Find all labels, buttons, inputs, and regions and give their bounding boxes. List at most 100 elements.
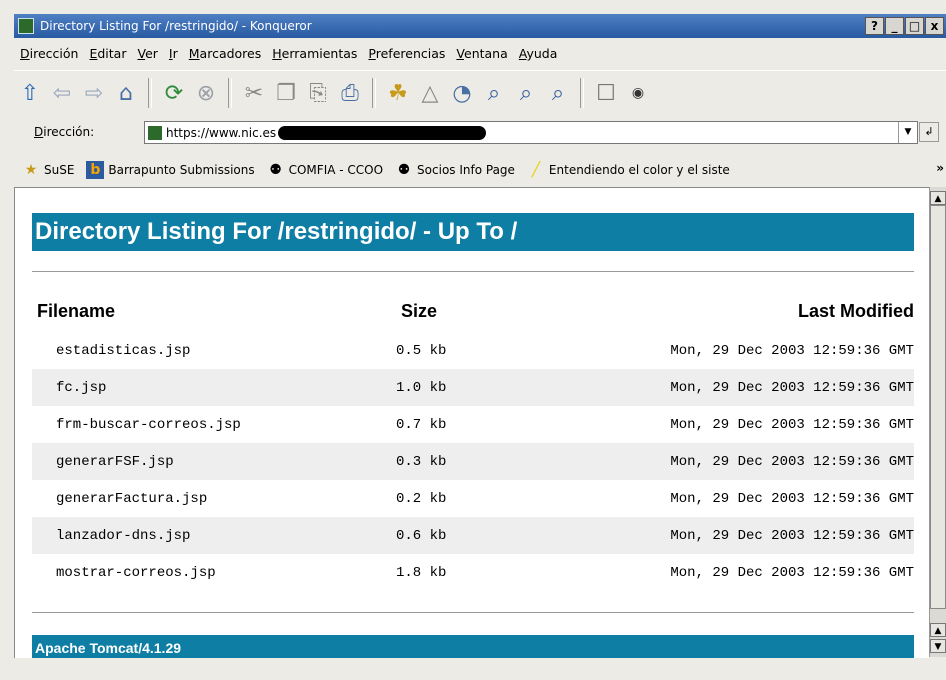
zoom-out-icon[interactable]: ⌕ (544, 79, 572, 107)
reload-icon[interactable]: ⟳ (160, 79, 188, 107)
bookmark-socios[interactable]: ⚉ Socios Info Page (395, 161, 515, 179)
page-content: Directory Listing For /restringido/ - Up… (14, 187, 929, 658)
bookmark-label: Entendiendo el color y el siste (548, 163, 730, 177)
column-last-modified: Last Modified (798, 300, 914, 321)
file-modified: Mon, 29 Dec 2003 12:59:36 GMT (670, 490, 914, 507)
menu-direccion[interactable]: Dirección (20, 46, 78, 61)
up-arrow-icon[interactable]: ⇧ (16, 79, 44, 107)
minimize-button[interactable]: _ (885, 17, 904, 35)
address-url: https://www.nic.es (166, 125, 277, 140)
scroll-up-button-lower[interactable]: ▲ (930, 623, 946, 637)
window-titlebar[interactable]: Directory Listing For /restringido/ - Ko… (14, 14, 946, 38)
file-link[interactable]: mostrar-correos.jsp (32, 554, 396, 591)
file-modified: Mon, 29 Dec 2003 12:59:36 GMT (556, 517, 914, 554)
menu-ver[interactable]: Ver (137, 46, 157, 61)
menu-preferencias[interactable]: Preferencias (368, 46, 445, 61)
bookmark-entendiendo[interactable]: ╱ Entendiendo el color y el siste (527, 161, 730, 179)
toolbar-separator (148, 78, 152, 108)
menu-herramientas[interactable]: Herramientas (272, 46, 357, 61)
menu-marcadores[interactable]: Marcadores (189, 46, 262, 61)
file-link[interactable]: generarFactura.jsp (32, 480, 396, 517)
file-size: 0.3 kb (396, 443, 556, 480)
file-size: 0.5 kb (396, 342, 447, 359)
cut-icon[interactable]: ✂ (240, 79, 268, 107)
file-modified: Mon, 29 Dec 2003 12:59:36 GMT (556, 369, 914, 406)
scroll-down-button[interactable]: ▼ (930, 639, 946, 653)
site-favicon (148, 125, 162, 140)
zoom-icon[interactable]: ⌕ (480, 79, 508, 107)
bookmark-suse[interactable]: ★ SuSE (22, 161, 75, 179)
toolbar-separator (372, 78, 376, 108)
bookmark-label: SuSE (44, 163, 75, 177)
page-title: Directory Listing For /restringido/ - Up… (32, 213, 914, 251)
address-dropdown-icon[interactable]: ▼ (898, 122, 917, 143)
file-size: 1.8 kb (396, 564, 447, 581)
bookmark-label: Barrapunto Submissions (108, 163, 255, 177)
scroll-up-button[interactable]: ▲ (930, 191, 946, 205)
media-icon[interactable]: ◉ (624, 79, 652, 107)
penguin-icon: ⚉ (397, 162, 411, 178)
file-link[interactable]: generarFSF.jsp (32, 443, 396, 480)
go-button[interactable]: ↲ (919, 122, 939, 142)
table-row: frm-buscar-correos.jsp 0.7 kb Mon, 29 De… (32, 406, 914, 443)
bookmark-barrapunto[interactable]: b Barrapunto Submissions (86, 161, 255, 179)
barrapunto-icon: b (86, 161, 105, 179)
address-input[interactable]: https://www.nic.es ▼ (144, 121, 918, 144)
toolbar-separator (580, 78, 584, 108)
file-size: 1.0 kb (396, 369, 556, 406)
table-row: fc.jsp 1.0 kb Mon, 29 Dec 2003 12:59:36 … (32, 369, 914, 406)
menubar: Dirección Editar Ver Ir Marcadores Herra… (14, 40, 946, 66)
file-modified: Mon, 29 Dec 2003 12:59:36 GMT (556, 443, 914, 480)
bookmarks-overflow-button[interactable]: » (936, 161, 944, 175)
text-icon[interactable]: △ (416, 79, 444, 107)
file-link[interactable]: lanzador-dns.jsp (32, 517, 396, 554)
help-button[interactable]: ? (865, 17, 884, 35)
divider (32, 612, 914, 614)
divider (32, 271, 914, 273)
file-size: 0.6 kb (396, 517, 556, 554)
window-buttons: ? _ □ x (865, 17, 944, 35)
file-modified: Mon, 29 Dec 2003 12:59:36 GMT (670, 342, 914, 359)
vertical-scrollbar[interactable]: ▲ ▲ ▼ (929, 187, 946, 657)
security-icon[interactable]: ☘ (384, 79, 412, 107)
table-row: mostrar-correos.jsp 1.8 kb Mon, 29 Dec 2… (32, 554, 914, 591)
scrollbar-thumb[interactable] (930, 205, 946, 609)
print-icon[interactable]: ⎙ (336, 79, 364, 107)
server-footer: Apache Tomcat/4.1.29 (32, 635, 914, 658)
zoom-in-icon[interactable]: ⌕ (512, 79, 540, 107)
toolbar-separator (228, 78, 232, 108)
file-link[interactable]: frm-buscar-correos.jsp (32, 406, 396, 443)
window-title: Directory Listing For /restringido/ - Ko… (40, 19, 312, 33)
find-icon[interactable]: ◔ (448, 79, 476, 107)
suse-folder-icon: ★ (24, 162, 38, 178)
stop-icon[interactable]: ⊗ (192, 79, 220, 107)
bookmark-comfia[interactable]: ⚉ COMFIA - CCOO (267, 161, 383, 179)
file-modified: Mon, 29 Dec 2003 12:59:36 GMT (670, 416, 914, 433)
back-arrow-icon[interactable]: ⇦ (48, 79, 76, 107)
address-bar: Dirección: https://www.nic.es ▼ ↲ (14, 118, 946, 146)
main-toolbar: ⇧ ⇦ ⇨ ⌂ ⟳ ⊗ ✂ ❐ ⎘ ⎙ ☘ △ ◔ ⌕ ⌕ ⌕ ☐ ◉ (14, 70, 946, 115)
menu-ayuda[interactable]: Ayuda (519, 46, 558, 61)
table-header-row: Filename Size Last Modified (32, 296, 914, 332)
column-size: Size (401, 300, 438, 321)
penguin-icon: ⚉ (269, 162, 282, 178)
menu-ir[interactable]: Ir (169, 46, 178, 61)
file-link[interactable]: estadisticas.jsp (32, 332, 396, 369)
home-icon[interactable]: ⌂ (112, 79, 140, 107)
forward-arrow-icon[interactable]: ⇨ (80, 79, 108, 107)
close-button[interactable]: x (925, 17, 944, 35)
paste-icon[interactable]: ⎘ (304, 79, 332, 107)
maximize-button[interactable]: □ (905, 17, 924, 35)
file-link[interactable]: fc.jsp (32, 369, 396, 406)
column-filename: Filename (37, 300, 116, 321)
menu-ventana[interactable]: Ventana (456, 46, 507, 61)
copy-icon[interactable]: ❐ (272, 79, 300, 107)
lock-icon[interactable]: ☐ (592, 79, 620, 107)
marker-icon: ╱ (531, 162, 541, 178)
konqueror-icon (18, 18, 34, 34)
bookmarks-bar: ★ SuSE b Barrapunto Submissions ⚉ COMFIA… (14, 156, 946, 184)
menu-editar[interactable]: Editar (89, 46, 126, 61)
table-row: lanzador-dns.jsp 0.6 kb Mon, 29 Dec 2003… (32, 517, 914, 554)
table-row: generarFSF.jsp 0.3 kb Mon, 29 Dec 2003 1… (32, 443, 914, 480)
table-row: generarFactura.jsp 0.2 kb Mon, 29 Dec 20… (32, 480, 914, 517)
